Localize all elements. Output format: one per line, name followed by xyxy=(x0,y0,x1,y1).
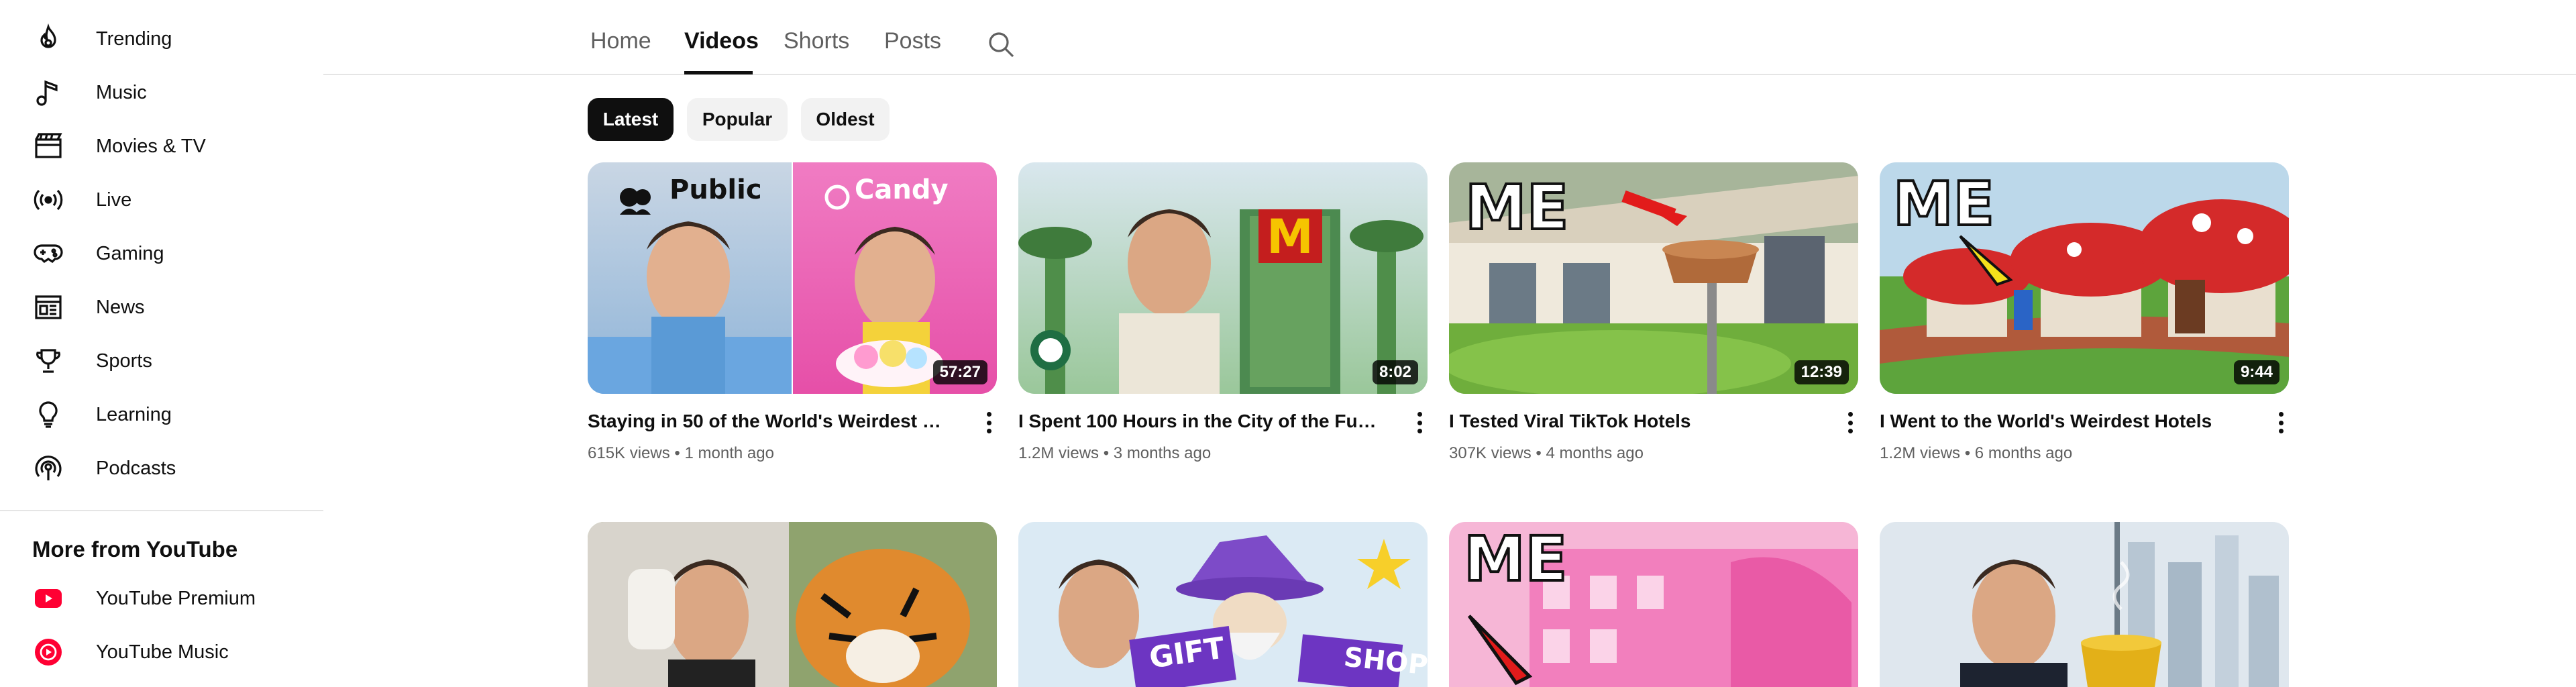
more-options-icon[interactable] xyxy=(981,409,997,436)
video-card[interactable] xyxy=(588,522,997,687)
tab-videos[interactable]: Videos xyxy=(684,28,759,54)
video-card[interactable]: ME xyxy=(1449,522,1858,687)
thumbnail-caption: Candy xyxy=(855,174,949,205)
thumbnail-image: M xyxy=(1018,162,1428,394)
video-thumbnail[interactable]: M 8:02 xyxy=(1018,162,1428,394)
video-card[interactable]: Public Candy 57:27 Staying in 50 of the … xyxy=(588,162,997,471)
chip-oldest[interactable]: Oldest xyxy=(801,98,890,141)
meta-separator: • xyxy=(674,444,680,462)
thumbnail-caption: Public xyxy=(669,174,762,205)
sidebar-item-trending[interactable]: Trending xyxy=(0,12,315,66)
video-thumbnail[interactable]: ME 12:39 xyxy=(1449,162,1858,394)
trending-icon xyxy=(32,23,64,55)
sidebar-item-label: News xyxy=(96,296,145,318)
meta-separator: • xyxy=(1103,444,1110,462)
video-meta: 307K views • 4 months ago xyxy=(1449,444,1644,463)
podcast-icon xyxy=(32,452,64,484)
trophy-icon xyxy=(32,345,64,377)
sidebar-item-gaming[interactable]: Gaming xyxy=(0,227,315,280)
sidebar-item-youtube-music[interactable]: YouTube Music xyxy=(0,625,315,679)
video-title[interactable]: I Spent 100 Hours in the City of the Fut… xyxy=(1018,411,1381,432)
music-note-icon xyxy=(32,76,64,109)
sidebar-section-title: More from YouTube xyxy=(32,537,238,562)
sidebar-item-sports[interactable]: Sports xyxy=(0,334,315,388)
chip-latest[interactable]: Latest xyxy=(588,98,674,141)
video-thumbnail[interactable]: ME xyxy=(1449,522,1858,687)
video-card[interactable]: M 8:02 I Spent 100 Hours in the City of … xyxy=(1018,162,1428,471)
video-card[interactable]: ME 12:39 I Tested Viral TikTok Hotels 30… xyxy=(1449,162,1858,471)
tab-home[interactable]: Home xyxy=(590,28,651,54)
channel-tabs: Home Videos Shorts Posts xyxy=(323,0,2576,75)
sidebar-item-live[interactable]: Live xyxy=(0,173,315,227)
video-age: 3 months ago xyxy=(1113,444,1212,462)
video-meta: 1.2M views • 6 months ago xyxy=(1880,444,2072,463)
more-options-icon[interactable] xyxy=(1411,409,1428,436)
sidebar-item-news[interactable]: News xyxy=(0,280,315,334)
sidebar-item-learning[interactable]: Learning xyxy=(0,388,315,441)
chip-popular[interactable]: Popular xyxy=(687,98,788,141)
sidebar-item-label: YouTube Premium xyxy=(96,587,256,609)
video-thumbnail[interactable] xyxy=(1880,522,2289,687)
video-duration: 9:44 xyxy=(2233,360,2279,384)
video-views: 1.2M views xyxy=(1018,444,1099,462)
thumbnail-caption: ME xyxy=(1464,170,1570,245)
sidebar-item-label: Podcasts xyxy=(96,457,176,479)
video-card[interactable]: ME 9:44 I Went to the World's Weirdest H… xyxy=(1880,162,2289,471)
video-title[interactable]: I Went to the World's Weirdest Hotels xyxy=(1880,411,2242,432)
video-thumbnail[interactable]: ME 9:44 xyxy=(1880,162,2289,394)
svg-text:M: M xyxy=(1267,209,1313,264)
meta-separator: • xyxy=(1964,444,1971,462)
video-duration: 57:27 xyxy=(932,360,987,384)
video-age: 1 month ago xyxy=(684,444,774,462)
video-thumbnail[interactable] xyxy=(588,522,997,687)
thumbnail-image xyxy=(1880,522,2289,687)
sidebar-item-podcasts[interactable]: Podcasts xyxy=(0,441,315,495)
youtube-premium-icon xyxy=(32,582,64,615)
video-age: 4 months ago xyxy=(1546,444,1644,462)
video-views: 615K views xyxy=(588,444,670,462)
active-tab-indicator xyxy=(684,71,753,74)
thumbnail-caption: ME xyxy=(1892,168,1996,241)
thumbnail-image xyxy=(588,522,997,687)
video-title[interactable]: I Tested Viral TikTok Hotels xyxy=(1449,411,1811,432)
video-meta: 615K views • 1 month ago xyxy=(588,444,774,463)
video-meta: 1.2M views • 3 months ago xyxy=(1018,444,1211,463)
video-views: 1.2M views xyxy=(1880,444,1961,462)
sidebar-item-label: YouTube Music xyxy=(96,641,229,663)
youtube-music-icon xyxy=(32,636,64,668)
more-options-icon[interactable] xyxy=(1842,409,1858,436)
sidebar-item-label: Movies & TV xyxy=(96,135,206,157)
video-thumbnail[interactable]: GIFT SHOP xyxy=(1018,522,1428,687)
sidebar: Trending Music Movies & TV Live Gaming N… xyxy=(0,0,323,687)
sidebar-item-label: Sports xyxy=(96,350,152,372)
sidebar-item-youtube-premium[interactable]: YouTube Premium xyxy=(0,572,315,625)
lightbulb-icon xyxy=(32,399,64,431)
gamepad-icon xyxy=(32,237,64,270)
clapperboard-icon xyxy=(32,130,64,162)
video-title[interactable]: Staying in 50 of the World's Weirdest Ho… xyxy=(588,411,950,432)
video-card[interactable]: GIFT SHOP xyxy=(1018,522,1428,687)
video-card[interactable] xyxy=(1880,522,2289,687)
sidebar-item-label: Music xyxy=(96,81,147,103)
search-icon[interactable] xyxy=(985,28,1017,60)
tab-shorts[interactable]: Shorts xyxy=(784,28,849,54)
sidebar-item-label: Gaming xyxy=(96,242,164,264)
sidebar-item-label: Learning xyxy=(96,403,172,425)
sidebar-item-music[interactable]: Music xyxy=(0,66,315,119)
sidebar-item-label: Live xyxy=(96,189,132,211)
newspaper-icon xyxy=(32,291,64,323)
sidebar-item-movies-tv[interactable]: Movies & TV xyxy=(0,119,315,173)
tab-posts[interactable]: Posts xyxy=(884,28,941,54)
more-options-icon[interactable] xyxy=(2273,409,2289,436)
video-thumbnail[interactable]: Public Candy 57:27 xyxy=(588,162,997,394)
video-age: 6 months ago xyxy=(1974,444,2073,462)
thumbnail-caption: ME xyxy=(1462,522,1568,596)
video-views: 307K views xyxy=(1449,444,1532,462)
meta-separator: • xyxy=(1536,444,1542,462)
video-duration: 12:39 xyxy=(1794,360,1849,384)
live-broadcast-icon xyxy=(32,184,64,216)
video-duration: 8:02 xyxy=(1372,360,1418,384)
sidebar-divider xyxy=(0,510,323,511)
sidebar-item-label: Trending xyxy=(96,28,172,50)
